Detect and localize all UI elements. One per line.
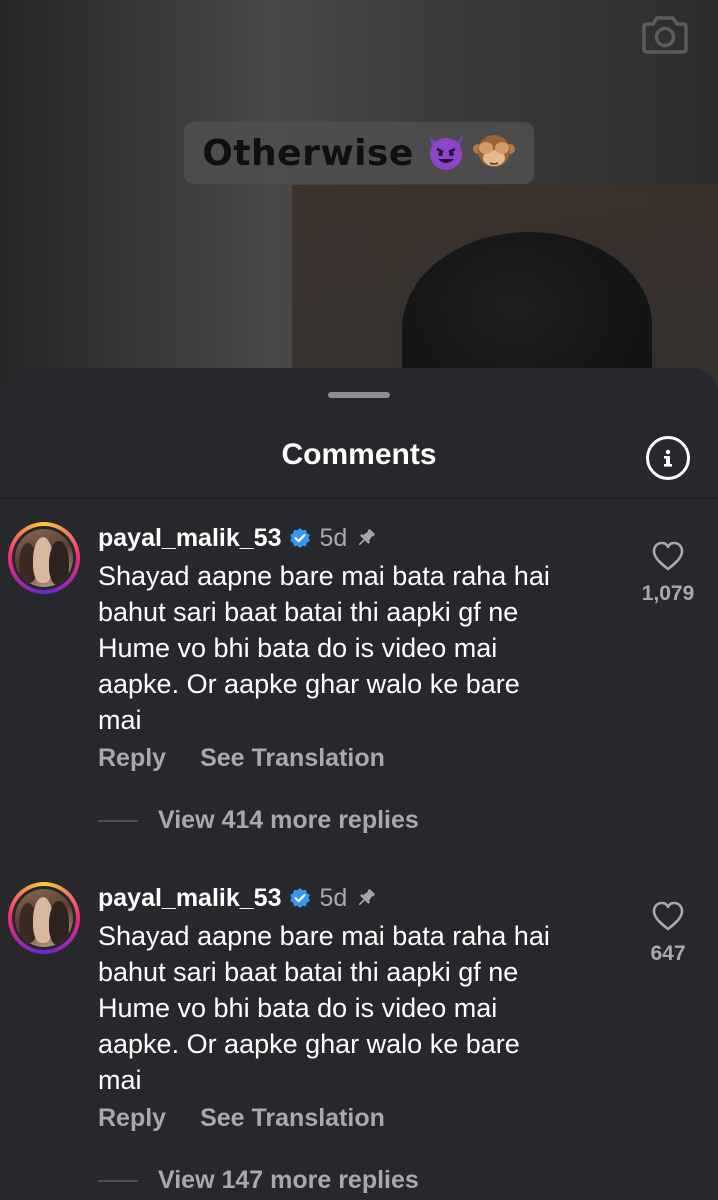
- view-replies-label: View 414 more replies: [158, 806, 419, 834]
- verified-badge-icon: [289, 887, 311, 909]
- comments-sheet: Comments payal_malik_53 5d Shayad aapne …: [0, 368, 718, 1200]
- comment-text: Shayad aapne bare mai bata raha hai bahu…: [98, 921, 550, 1095]
- heart-icon[interactable]: [651, 900, 685, 932]
- verified-badge-icon: [289, 527, 311, 549]
- video-player[interactable]: Otherwise: [0, 0, 718, 420]
- view-replies-button[interactable]: View 147 more replies: [98, 1166, 419, 1195]
- view-replies-label: View 147 more replies: [158, 1166, 419, 1194]
- replies-line: [98, 1179, 138, 1182]
- comments-title: Comments: [281, 438, 437, 471]
- comment-header: payal_malik_53 5d: [98, 520, 377, 556]
- pin-icon: [355, 527, 377, 549]
- username[interactable]: payal_malik_53: [98, 524, 281, 553]
- see-translation-button[interactable]: See Translation: [200, 1104, 385, 1133]
- avatar-image: [15, 529, 73, 587]
- comment-text: Shayad aapne bare mai bata raha hai bahu…: [98, 561, 550, 735]
- pin-icon: [355, 887, 377, 909]
- video-text-overlay: Otherwise: [184, 122, 534, 184]
- comment-actions: Reply See Translation: [98, 1104, 385, 1133]
- drag-handle[interactable]: [328, 392, 390, 398]
- see-no-evil-monkey-emoji: [472, 131, 516, 176]
- like-section: 647: [628, 900, 708, 966]
- like-count: 1,079: [641, 582, 695, 605]
- avatar[interactable]: [8, 522, 80, 594]
- comment-time: 5d: [319, 883, 348, 912]
- like-count: 647: [650, 942, 686, 965]
- comment-time: 5d: [319, 523, 348, 552]
- comment-actions: Reply See Translation: [98, 744, 385, 773]
- username[interactable]: payal_malik_53: [98, 884, 281, 913]
- camera-icon[interactable]: [640, 12, 690, 56]
- avatar-image: [15, 889, 73, 947]
- smiling-devil-emoji: [424, 131, 468, 176]
- reel-comments-screen: Otherwise Comments payal_malik_53 5d Sha…: [0, 0, 718, 1200]
- reply-button[interactable]: Reply: [98, 744, 166, 773]
- info-icon[interactable]: [646, 436, 690, 480]
- comment-header: payal_malik_53 5d: [98, 880, 377, 916]
- avatar[interactable]: [8, 882, 80, 954]
- replies-line: [98, 819, 138, 822]
- header-divider: [0, 498, 718, 499]
- reply-button[interactable]: Reply: [98, 1104, 166, 1133]
- like-section: 1,079: [628, 540, 708, 606]
- heart-icon[interactable]: [651, 540, 685, 572]
- see-translation-button[interactable]: See Translation: [200, 744, 385, 773]
- view-replies-button[interactable]: View 414 more replies: [98, 806, 419, 835]
- overlay-caption-text: Otherwise: [202, 132, 414, 174]
